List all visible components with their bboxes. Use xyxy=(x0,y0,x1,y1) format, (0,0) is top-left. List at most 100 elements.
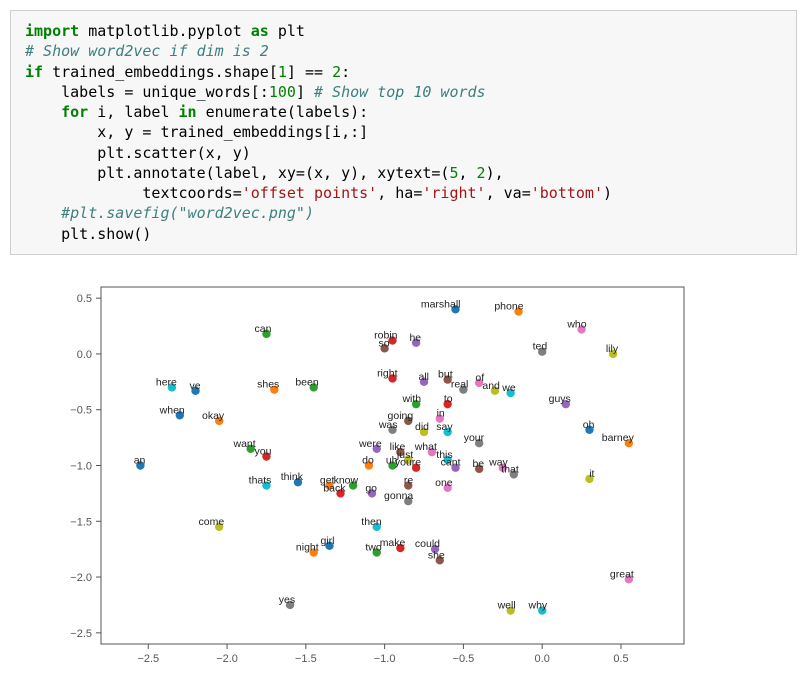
svg-text:−1.0: −1.0 xyxy=(70,460,92,472)
scatter-label: ve xyxy=(189,380,200,392)
scatter-label: your xyxy=(464,432,485,444)
scatter-label: go xyxy=(365,482,377,494)
scatter-label: been xyxy=(295,376,319,388)
scatter-label: and xyxy=(482,380,500,392)
scatter-label: make xyxy=(380,537,406,549)
scatter-label: youre xyxy=(395,456,421,468)
scatter-label: what xyxy=(414,441,437,453)
svg-text:−0.5: −0.5 xyxy=(70,404,92,416)
code-token: 1 xyxy=(278,63,287,81)
scatter-label: thats xyxy=(249,474,272,486)
code-token: # Show top 10 words xyxy=(314,83,486,101)
scatter-label: great xyxy=(610,568,634,580)
scatter-label: when xyxy=(159,404,185,416)
code-token: trained_embeddings.shape[ xyxy=(52,63,278,81)
scatter-chart: −2.5 −2.0 −1.5 −1.0 −0.5 0.0 0.5 −2.5 −2.0 −1.5 −1… xyxy=(46,279,696,674)
scatter-label: he xyxy=(409,332,421,344)
scatter-label: in xyxy=(437,407,445,419)
svg-text:0.5: 0.5 xyxy=(77,293,92,305)
svg-text:−1.5: −1.5 xyxy=(295,653,317,665)
scatter-label: then xyxy=(361,516,382,528)
code-token: ] == xyxy=(287,63,332,81)
scatter-label: we xyxy=(501,382,516,394)
scatter-label: well xyxy=(497,599,516,611)
svg-text:0.5: 0.5 xyxy=(613,653,628,665)
scatter-label: an xyxy=(134,454,146,466)
scatter-label: marshall xyxy=(421,298,461,310)
code-token: plt.show() xyxy=(61,225,151,243)
scatter-label: ted xyxy=(533,340,548,352)
scatter-label: want xyxy=(233,438,256,450)
scatter-label: night xyxy=(296,541,319,553)
code-token: ), xyxy=(486,164,504,182)
scatter-label: guys xyxy=(549,393,571,405)
code-token: textcoords= xyxy=(142,184,241,202)
svg-text:−0.5: −0.5 xyxy=(453,653,475,665)
scatter-label: why xyxy=(528,599,548,611)
scatter-label: gonna xyxy=(384,490,413,502)
code-token: 100 xyxy=(269,83,296,101)
scatter-label: it xyxy=(589,468,594,480)
chart-output: −2.5 −2.0 −1.5 −1.0 −0.5 0.0 0.5 −2.5 −2.0 −1.5 −1… xyxy=(46,279,797,674)
code-token: , xyxy=(458,164,476,182)
scatter-label: one xyxy=(435,477,453,489)
svg-text:−2.5: −2.5 xyxy=(137,653,159,665)
code-token: labels = unique_words[: xyxy=(61,83,269,101)
scatter-label: think xyxy=(281,471,304,483)
svg-text:−1.0: −1.0 xyxy=(374,653,396,665)
scatter-label: back xyxy=(323,482,346,494)
scatter-label: do xyxy=(362,454,374,466)
code-token: 'right' xyxy=(422,184,485,202)
code-token: , va= xyxy=(486,184,531,202)
code-token: 'offset points' xyxy=(242,184,377,202)
scatter-label: all xyxy=(418,371,429,383)
code-token: matplotlib.pyplot xyxy=(88,22,251,40)
svg-text:−1.5: −1.5 xyxy=(70,516,92,528)
code-token: as xyxy=(251,22,269,40)
code-token: , ha= xyxy=(377,184,422,202)
scatter-label: girl xyxy=(320,535,334,547)
code-cell: import matplotlib.pyplot as plt # Show w… xyxy=(10,10,797,255)
scatter-label: re xyxy=(404,474,413,486)
scatter-label: did xyxy=(415,421,429,433)
code-token: if xyxy=(25,63,43,81)
svg-text:−2.0: −2.0 xyxy=(216,653,238,665)
svg-text:−2.0: −2.0 xyxy=(70,572,92,584)
scatter-label: you xyxy=(255,445,272,457)
scatter-label: with xyxy=(401,393,421,405)
code-token: : xyxy=(341,63,350,81)
code-token: i, label xyxy=(97,103,178,121)
scatter-label: cant xyxy=(441,456,461,468)
svg-text:−2.5: −2.5 xyxy=(70,628,92,640)
code-token: 'bottom' xyxy=(531,184,603,202)
code-token: ] xyxy=(296,83,314,101)
scatter-label: oh xyxy=(583,419,595,431)
code-token: enumerate(labels): xyxy=(206,103,369,121)
scatter-label: lily xyxy=(606,343,619,355)
code-token: plt xyxy=(278,22,305,40)
code-token: 2 xyxy=(332,63,341,81)
scatter-label: say xyxy=(436,421,453,433)
code-token: in xyxy=(179,103,197,121)
code-token: ) xyxy=(603,184,612,202)
code-token: import xyxy=(25,22,79,40)
scatter-label: come xyxy=(198,516,224,528)
code-token: plt.scatter(x, y) xyxy=(97,144,251,162)
scatter-label: barney xyxy=(602,432,635,444)
scatter-label: real xyxy=(451,378,469,390)
scatter-label: okay xyxy=(202,410,225,422)
code-token: #plt.savefig("word2vec.png") xyxy=(61,204,314,222)
code-token: plt.annotate(label, xy=(x, y), xytext=( xyxy=(97,164,449,182)
scatter-label: that xyxy=(501,463,519,475)
code-token: 2 xyxy=(477,164,486,182)
scatter-label: was xyxy=(378,419,398,431)
scatter-label: to xyxy=(444,393,453,405)
scatter-label: yes xyxy=(279,594,295,606)
scatter-label: be xyxy=(472,458,484,470)
svg-text:0.0: 0.0 xyxy=(535,653,550,665)
code-token: # Show word2vec if dim is 2 xyxy=(25,42,269,60)
scatter-label: can xyxy=(255,323,272,335)
code-token: x, y = trained_embeddings[i,:] xyxy=(97,123,368,141)
scatter-label: here xyxy=(156,376,177,388)
scatter-label: who xyxy=(566,318,586,330)
